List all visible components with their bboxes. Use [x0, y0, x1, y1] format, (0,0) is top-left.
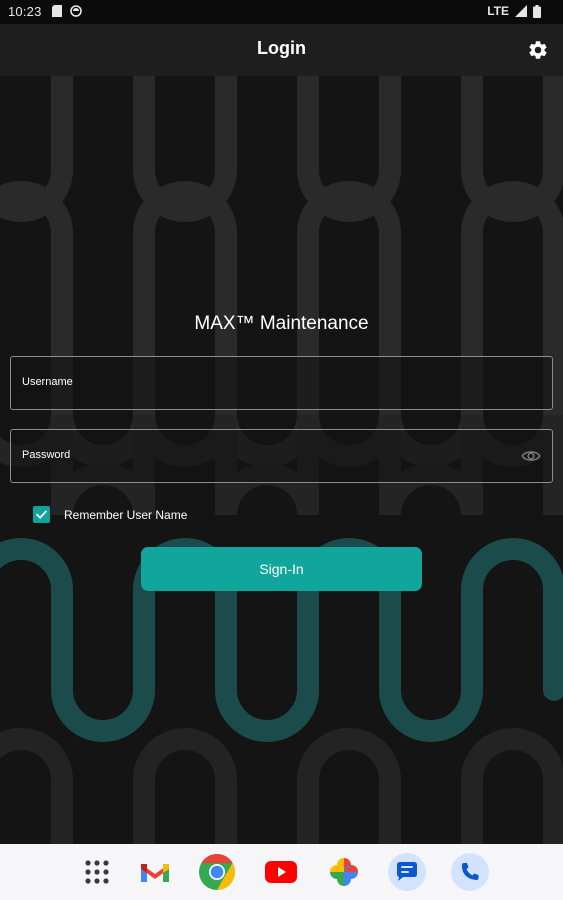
- gmail-app[interactable]: [135, 852, 175, 892]
- app-drawer-icon: [85, 860, 109, 884]
- messages-icon: [388, 853, 426, 891]
- password-input[interactable]: [11, 430, 556, 484]
- sign-in-button[interactable]: Sign-In: [141, 547, 422, 591]
- chrome-icon: [199, 854, 236, 890]
- status-notification-icons: [52, 5, 82, 17]
- youtube-icon: [265, 861, 297, 883]
- remember-user-label: Remember User Name: [64, 507, 188, 522]
- signal-icon: [515, 5, 527, 17]
- gear-icon: [529, 41, 547, 59]
- chrome-app[interactable]: [197, 852, 237, 892]
- pattern-wave: [0, 76, 563, 222]
- youtube-app[interactable]: [261, 852, 301, 892]
- sync-icon: [70, 5, 82, 17]
- app-drawer-button[interactable]: [77, 852, 117, 892]
- brand-title: MAX™ Maintenance: [194, 313, 369, 334]
- gmail-icon: [141, 864, 169, 882]
- status-time: 10:23: [8, 4, 42, 19]
- username-field[interactable]: Username: [10, 356, 556, 411]
- eye-icon: [521, 451, 541, 461]
- username-input[interactable]: [11, 357, 556, 411]
- messages-app[interactable]: [387, 852, 427, 892]
- phone-icon: [451, 853, 489, 891]
- toggle-password-visibility-button[interactable]: [520, 446, 542, 466]
- settings-button[interactable]: [525, 37, 551, 63]
- password-field[interactable]: Password: [10, 429, 556, 484]
- checkmark-icon: [35, 510, 48, 520]
- remember-user-row[interactable]: Remember User Name: [33, 506, 187, 523]
- remember-user-checkbox[interactable]: [33, 506, 50, 523]
- app-bar: Login: [0, 24, 563, 76]
- status-system-icons: LTE: [487, 4, 541, 18]
- sd-card-icon: [52, 5, 62, 17]
- login-screen: 10:23 LTE Login MAX™ Maintenance Usernam…: [0, 0, 563, 900]
- photos-icon: [330, 858, 358, 886]
- network-type: LTE: [487, 4, 509, 18]
- battery-icon: [533, 4, 541, 18]
- phone-app[interactable]: [450, 852, 490, 892]
- status-bar: 10:23 LTE: [0, 0, 563, 24]
- taskbar: [0, 844, 563, 900]
- page-title: Login: [257, 38, 306, 58]
- pattern-wave: [0, 728, 563, 844]
- photos-app[interactable]: [324, 852, 364, 892]
